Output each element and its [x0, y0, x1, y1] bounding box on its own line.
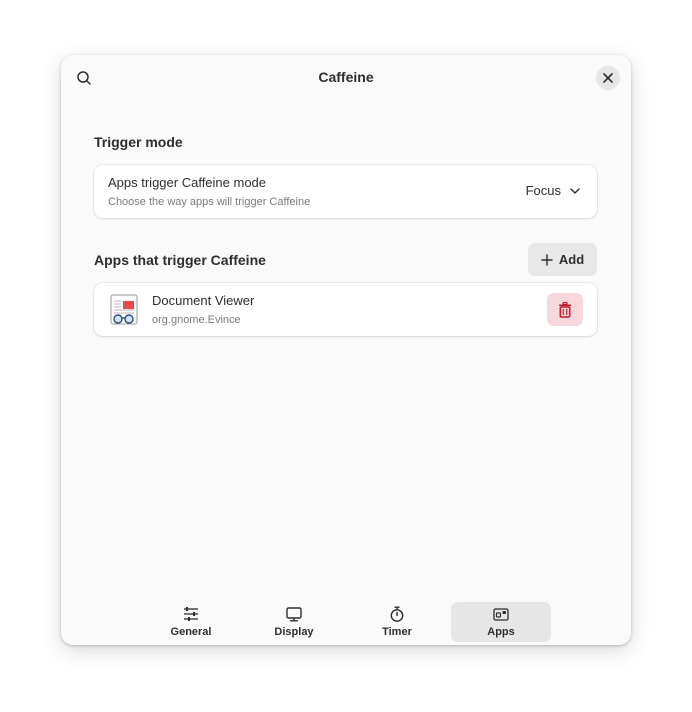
stopwatch-icon	[390, 606, 404, 622]
app-row: Document Viewer org.gnome.Evince	[94, 283, 597, 336]
window-title: Caffeine	[318, 69, 374, 85]
trigger-mode-row-subtitle: Choose the way apps will trigger Caffein…	[108, 196, 311, 208]
trigger-mode-heading: Trigger mode	[94, 134, 183, 150]
sliders-icon	[184, 607, 198, 621]
tab-general-label: General	[170, 626, 212, 638]
add-app-button-label: Add	[558, 252, 585, 267]
plus-icon	[541, 253, 553, 266]
view-switcher: General Display Timer Apps	[61, 602, 631, 642]
tab-display[interactable]: Display	[244, 602, 344, 642]
tab-timer-label: Timer	[382, 626, 412, 638]
tab-apps-label: Apps	[487, 626, 515, 638]
apps-icon	[493, 607, 509, 621]
trigger-mode-selected-value: Focus	[525, 183, 561, 198]
app-name: Document Viewer	[152, 293, 255, 308]
apps-heading: Apps that trigger Caffeine	[94, 252, 266, 268]
chevron-down-icon	[570, 187, 580, 194]
trigger-mode-row[interactable]: Apps trigger Caffeine mode Choose the wa…	[94, 165, 597, 218]
monitor-icon	[286, 606, 302, 622]
tab-apps[interactable]: Apps	[451, 602, 551, 642]
header-bar: Caffeine	[61, 55, 631, 101]
add-app-button[interactable]: Add	[528, 243, 597, 276]
tab-display-label: Display	[274, 626, 314, 638]
remove-app-button[interactable]	[547, 293, 583, 326]
preferences-window: Caffeine Trigger mode Apps trigger Caffe…	[61, 55, 631, 645]
app-id: org.gnome.Evince	[152, 314, 241, 326]
tab-general[interactable]: General	[141, 602, 241, 642]
close-icon	[603, 73, 613, 83]
document-viewer-icon	[109, 294, 139, 326]
trash-icon	[559, 301, 571, 318]
trigger-mode-row-title: Apps trigger Caffeine mode	[108, 175, 267, 190]
trigger-mode-dropdown[interactable]: Focus	[526, 183, 581, 198]
tab-timer[interactable]: Timer	[347, 602, 447, 642]
close-button[interactable]	[596, 66, 620, 90]
